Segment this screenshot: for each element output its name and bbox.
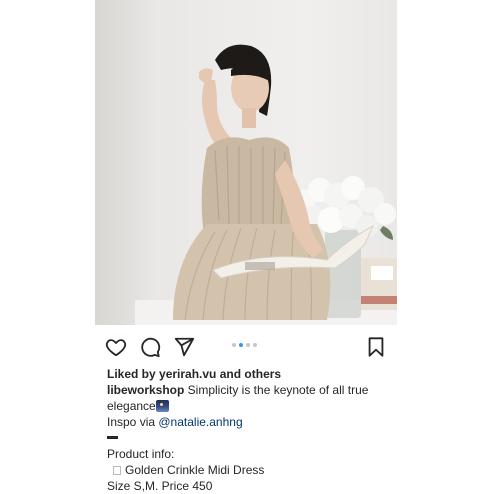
caption-line-1: libeworkshop Simplicity is the keynote o… bbox=[107, 382, 397, 398]
product-name-line: Golden Crinkle Midi Dress bbox=[107, 462, 397, 478]
post-photo[interactable] bbox=[95, 0, 397, 325]
liked-by-user-link[interactable]: yerirah.vu bbox=[159, 367, 216, 381]
likes-line: Liked by yerirah.vu and others bbox=[107, 366, 397, 382]
send-icon[interactable] bbox=[173, 336, 195, 358]
post-action-bar bbox=[95, 333, 397, 359]
product-info-line: Product info: bbox=[107, 446, 397, 462]
inspo-prefix: Inspo via bbox=[107, 415, 159, 429]
likes-joiner: and bbox=[216, 367, 245, 381]
caption-line-2: elegance bbox=[107, 398, 397, 414]
likes-others-link[interactable]: others bbox=[244, 367, 281, 381]
inspo-mention-link[interactable]: @natalie.anhng bbox=[158, 415, 242, 429]
carousel-dot bbox=[232, 343, 236, 347]
carousel-dot bbox=[253, 343, 257, 347]
carousel-dot bbox=[246, 343, 250, 347]
product-info-label: Product info: bbox=[107, 447, 175, 461]
caption-text-continued: elegance bbox=[107, 399, 156, 413]
size-price-text: Size S,M. Price 450 bbox=[107, 479, 213, 493]
post-caption: Liked by yerirah.vu and others libeworks… bbox=[107, 366, 397, 494]
author-username-link[interactable]: libeworkshop bbox=[107, 383, 184, 397]
product-name: Golden Crinkle Midi Dress bbox=[125, 463, 265, 477]
heart-icon[interactable] bbox=[105, 336, 127, 358]
inspo-line: Inspo via @natalie.anhng bbox=[107, 414, 397, 430]
carousel-dots bbox=[232, 343, 257, 349]
comment-icon[interactable] bbox=[139, 336, 161, 358]
carousel-dot-active bbox=[239, 343, 243, 347]
bullet-icon bbox=[113, 466, 121, 475]
likes-prefix: Liked by bbox=[107, 367, 160, 381]
bookmark-icon[interactable] bbox=[365, 336, 387, 358]
caption-text: Simplicity is the keynote of all true bbox=[184, 383, 369, 397]
dash-icon bbox=[107, 436, 118, 439]
night-sky-emoji-icon bbox=[155, 400, 169, 412]
divider-line bbox=[107, 430, 397, 446]
photo-scene bbox=[135, 44, 397, 325]
